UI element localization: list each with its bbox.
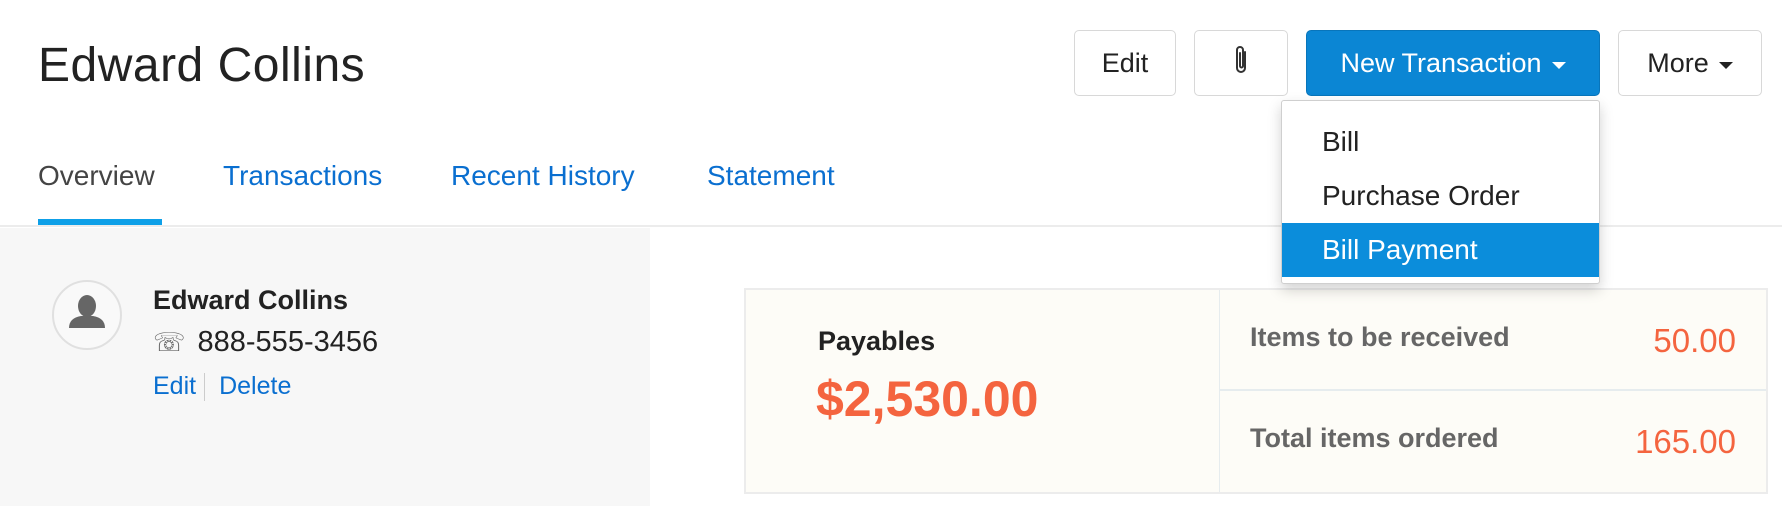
person-icon [69,295,105,328]
stat-row: Items to be received 50.00 [1220,290,1766,391]
active-tab-indicator [38,219,162,225]
menu-item-bill[interactable]: Bill [1282,115,1599,169]
items-to-be-received-label: Items to be received [1250,322,1510,352]
total-items-ordered-label: Total items ordered [1250,423,1499,453]
contact-actions: Edit Delete [153,372,291,401]
new-transaction-label: New Transaction [1340,47,1542,78]
tab-overview[interactable]: Overview [38,160,155,192]
phone-number: 888-555-3456 [197,326,379,358]
summary-card: Payables $2,530.00 Items to be received … [744,288,1768,494]
caret-down-icon [1718,61,1733,69]
avatar [52,280,122,350]
total-items-ordered-value: 165.00 [1635,423,1736,460]
divider [204,372,206,401]
tab-transactions[interactable]: Transactions [223,160,382,192]
contact-name: Edward Collins [153,285,349,315]
caret-down-icon [1551,61,1566,69]
payables-amount: $2,530.00 [816,371,1039,427]
menu-item-purchase-order[interactable]: Purchase Order [1282,169,1599,223]
phone-row: ☏ 888-555-3456 [153,326,378,359]
contact-delete-link[interactable]: Delete [219,372,291,401]
payables-section: Payables $2,530.00 [746,290,1220,492]
payables-label: Payables [818,326,936,356]
attach-button[interactable] [1194,30,1288,96]
new-transaction-dropdown: Bill Purchase Order Bill Payment [1281,100,1600,284]
menu-item-bill-payment[interactable]: Bill Payment [1282,223,1599,277]
contact-edit-link[interactable]: Edit [153,372,196,401]
more-label: More [1647,47,1709,78]
paperclip-icon [1232,44,1250,83]
tab-statement[interactable]: Statement [707,160,835,192]
page-title: Edward Collins [38,39,366,92]
new-transaction-button[interactable]: New Transaction [1306,30,1600,96]
more-button[interactable]: More [1618,30,1762,96]
telephone-icon: ☏ [153,327,186,357]
contact-panel: Edward Collins ☏ 888-555-3456 Edit Delet… [0,228,650,506]
items-to-be-received-value: 50.00 [1653,322,1736,359]
tab-recent-history[interactable]: Recent History [451,160,635,192]
edit-button[interactable]: Edit [1074,30,1176,96]
stat-row: Total items ordered 165.00 [1220,391,1766,492]
